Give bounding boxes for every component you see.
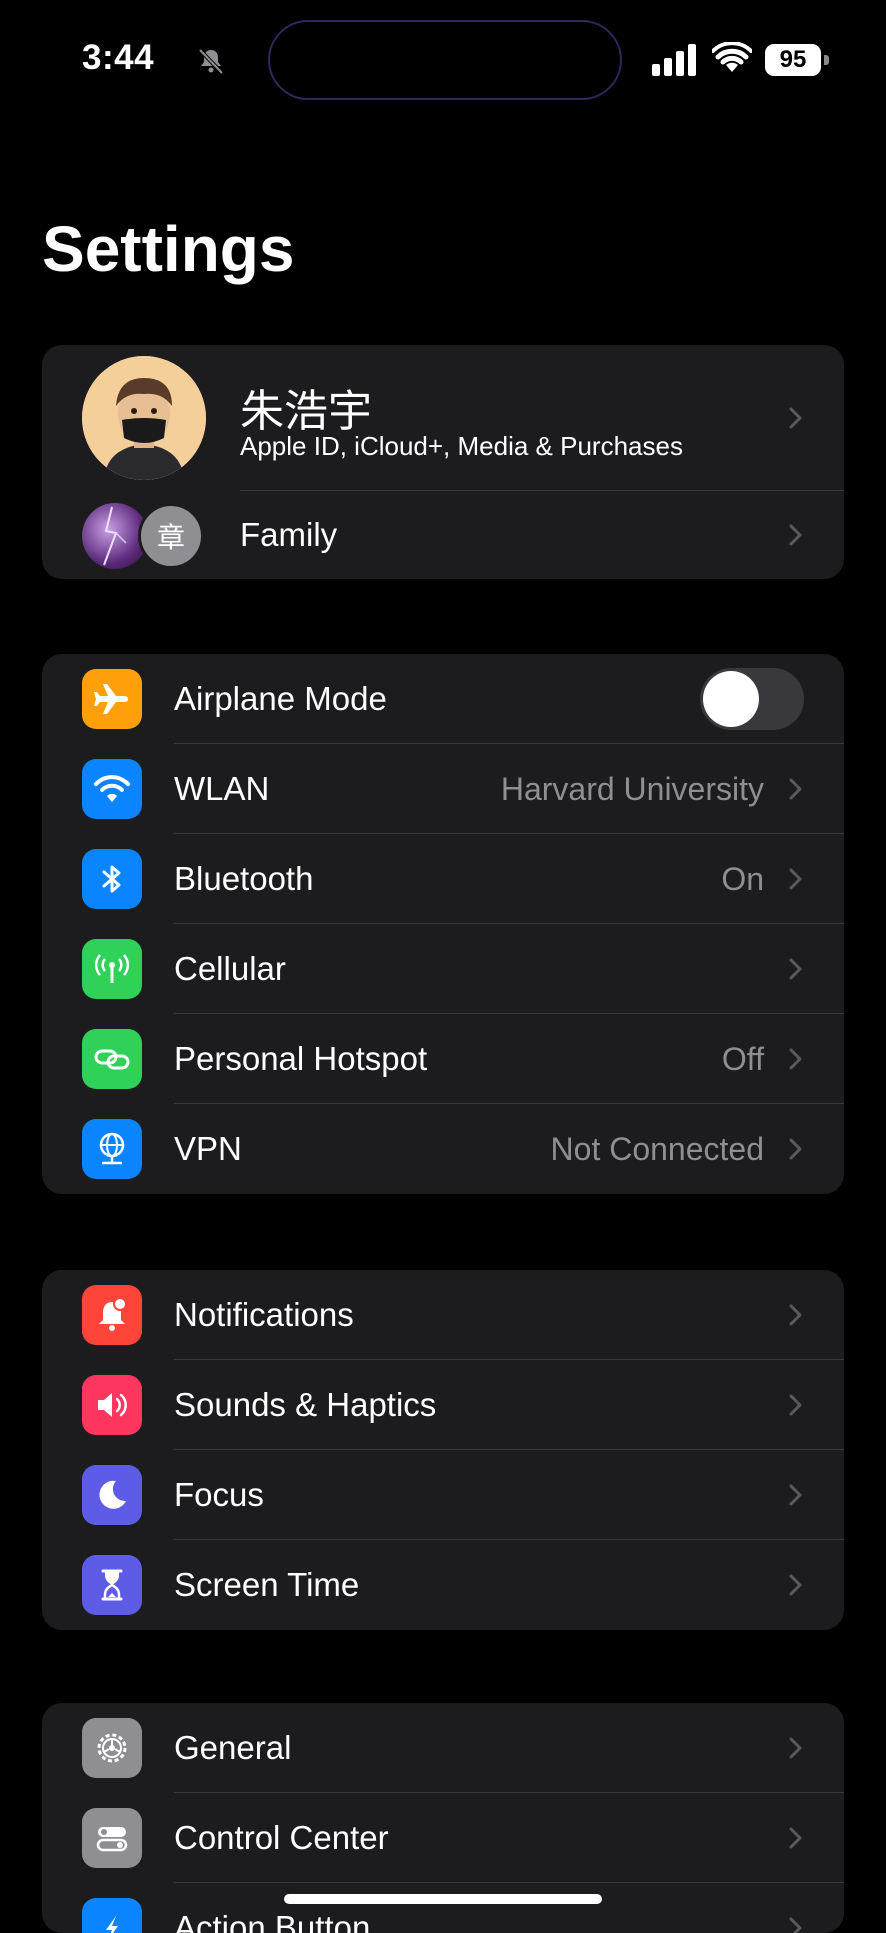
bluetooth-icon: [82, 849, 142, 909]
action-button-label: Action Button: [174, 1909, 371, 1933]
toggles-icon: [82, 1808, 142, 1868]
battery-level: 95: [765, 44, 821, 76]
link-icon: [82, 1029, 142, 1089]
action-button-row[interactable]: Action Button: [42, 1883, 844, 1933]
gear-icon: [82, 1718, 142, 1778]
family-avatar-initial: 章: [138, 503, 204, 569]
bluetooth-row[interactable]: Bluetooth On: [42, 834, 844, 924]
wifi-icon: [712, 42, 752, 72]
chevron-right-icon: [789, 1737, 802, 1759]
home-indicator[interactable]: [284, 1894, 602, 1904]
bluetooth-value: On: [721, 860, 764, 897]
avatar: [82, 356, 206, 480]
screen-time-row[interactable]: Screen Time: [42, 1540, 844, 1630]
speaker-icon: [82, 1375, 142, 1435]
sounds-haptics-row[interactable]: Sounds & Haptics: [42, 1360, 844, 1450]
apple-id-row[interactable]: 朱浩宇 Apple ID, iCloud+, Media & Purchases: [42, 345, 844, 491]
chevron-right-icon: [789, 1827, 802, 1849]
notifications-row[interactable]: Notifications: [42, 1270, 844, 1360]
profile-name: 朱浩宇: [240, 386, 372, 437]
wlan-row[interactable]: WLAN Harvard University: [42, 744, 844, 834]
connectivity-group: Airplane Mode WLAN Harvard University Bl…: [42, 654, 844, 1194]
wlan-value: Harvard University: [500, 770, 764, 807]
vpn-row[interactable]: VPN Not Connected: [42, 1104, 844, 1194]
family-label: Family: [240, 516, 338, 553]
personal-hotspot-row[interactable]: Personal Hotspot Off: [42, 1014, 844, 1104]
general-row[interactable]: General: [42, 1703, 844, 1793]
cellular-row[interactable]: Cellular: [42, 924, 844, 1014]
focus-row[interactable]: Focus: [42, 1450, 844, 1540]
attention-group: Notifications Sounds & Haptics Focus Scr…: [42, 1270, 844, 1630]
chevron-right-icon: [789, 1484, 802, 1506]
chevron-right-icon: [789, 1138, 802, 1160]
airplane-mode-label: Airplane Mode: [174, 680, 387, 717]
chevron-right-icon: [789, 1917, 802, 1933]
chevron-right-icon: [789, 1574, 802, 1596]
chevron-right-icon: [789, 407, 802, 429]
chevron-right-icon: [789, 1304, 802, 1326]
control-center-label: Control Center: [174, 1819, 389, 1856]
notifications-label: Notifications: [174, 1296, 354, 1333]
antenna-icon: [82, 939, 142, 999]
personal-hotspot-value: Off: [721, 1040, 764, 1077]
airplane-mode-toggle[interactable]: [700, 668, 804, 730]
status-time: 3:44: [82, 38, 155, 77]
chevron-right-icon: [789, 778, 802, 800]
moon-icon: [82, 1465, 142, 1525]
personal-hotspot-label: Personal Hotspot: [174, 1040, 428, 1077]
screen-time-label: Screen Time: [174, 1566, 360, 1603]
vpn-label: VPN: [174, 1130, 242, 1167]
chevron-right-icon: [789, 868, 802, 890]
wlan-label: WLAN: [174, 770, 270, 807]
dynamic-island: [268, 20, 622, 100]
globe-icon: [82, 1119, 142, 1179]
focus-label: Focus: [174, 1476, 264, 1513]
family-row[interactable]: 章 Family: [42, 491, 844, 579]
battery-icon: 95: [765, 44, 829, 76]
bell-slash-icon: [198, 48, 224, 75]
wifi-icon: [82, 759, 142, 819]
profile-group: 朱浩宇 Apple ID, iCloud+, Media & Purchases…: [42, 345, 844, 579]
chevron-right-icon: [789, 1048, 802, 1070]
bluetooth-label: Bluetooth: [174, 860, 314, 897]
page-title: Settings: [42, 213, 295, 285]
chevron-right-icon: [789, 524, 802, 546]
chevron-right-icon: [789, 1394, 802, 1416]
airplane-icon: [82, 669, 142, 729]
vpn-value: Not Connected: [550, 1130, 764, 1167]
profile-subtitle: Apple ID, iCloud+, Media & Purchases: [240, 431, 683, 461]
general-label: General: [174, 1729, 292, 1766]
bell-icon: [82, 1285, 142, 1345]
airplane-mode-row: Airplane Mode: [42, 654, 844, 744]
hourglass-icon: [82, 1555, 142, 1615]
control-center-row[interactable]: Control Center: [42, 1793, 844, 1883]
cellular-signal-icon: [652, 44, 696, 76]
chevron-right-icon: [789, 958, 802, 980]
sounds-haptics-label: Sounds & Haptics: [174, 1386, 437, 1423]
action-button-icon: [82, 1898, 142, 1933]
cellular-label: Cellular: [174, 950, 286, 987]
